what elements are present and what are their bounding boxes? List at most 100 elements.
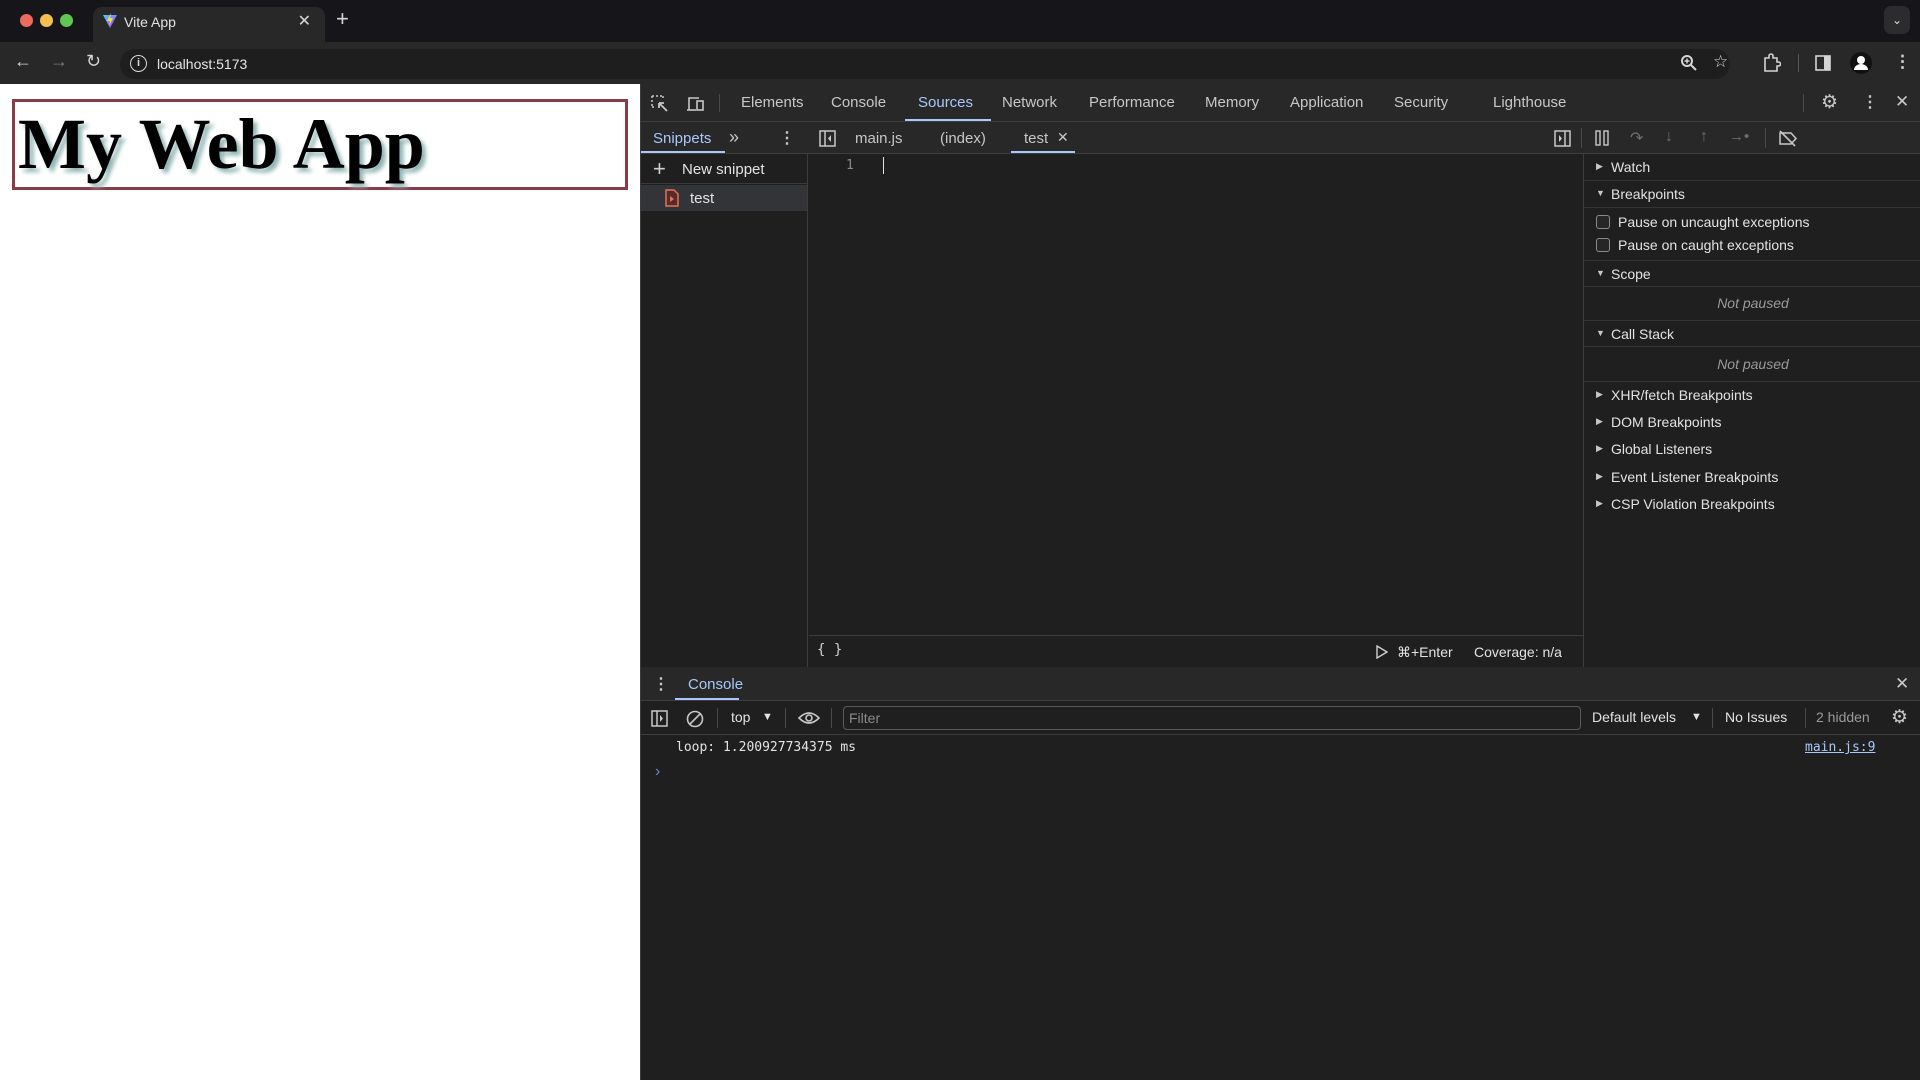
devtools-tabbar: Elements Console Sources Network Perform… (641, 84, 1920, 122)
back-arrow-icon[interactable]: ← (14, 51, 32, 72)
section-csp-breakpoints[interactable]: ▶ CSP Violation Breakpoints (1584, 491, 1920, 518)
divider (719, 94, 720, 112)
line-number: 1 (846, 158, 854, 173)
section-label: Call Stack (1611, 326, 1675, 342)
drawer-menu-icon[interactable]: ⋮ (653, 674, 669, 694)
more-tabs-chevron-icon[interactable]: » (729, 127, 739, 148)
log-levels-dropdown[interactable]: Default levels (1592, 709, 1676, 725)
pause-uncaught-checkbox[interactable]: Pause on uncaught exceptions (1596, 214, 1809, 230)
pretty-print-icon[interactable]: { } (817, 642, 842, 658)
file-tab-main-js[interactable]: main.js (855, 130, 903, 147)
device-toolbar-icon[interactable] (686, 95, 706, 113)
console-prompt[interactable]: › (641, 761, 1920, 785)
zoom-magnifier-icon[interactable] (1680, 54, 1698, 72)
url-text[interactable]: localhost:5173 (157, 56, 247, 72)
close-file-tab-icon[interactable]: ✕ (1057, 129, 1069, 146)
checkbox[interactable] (1596, 215, 1610, 229)
reload-icon[interactable]: ↻ (86, 51, 101, 72)
console-sidebar-icon[interactable] (651, 710, 668, 727)
tab-performance[interactable]: Performance (1089, 94, 1175, 111)
bookmark-star-icon[interactable]: ☆ (1713, 52, 1728, 72)
new-tab-button[interactable]: + (336, 6, 349, 32)
tab-lighthouse[interactable]: Lighthouse (1493, 94, 1566, 111)
navigator-menu-icon[interactable]: ⋮ (779, 128, 795, 148)
window-minimize-button[interactable] (40, 14, 53, 27)
step-over-icon[interactable]: ↷ (1630, 128, 1643, 148)
section-watch[interactable]: ▶ Watch (1584, 154, 1920, 181)
section-global-listeners[interactable]: ▶ Global Listeners (1584, 436, 1920, 463)
file-tab-test[interactable]: test (1024, 130, 1048, 147)
expand-triangle-icon: ▶ (1596, 389, 1603, 399)
window-close-button[interactable] (20, 14, 33, 27)
console-settings-gear-icon[interactable]: ⚙ (1891, 706, 1908, 729)
extensions-puzzle-icon[interactable] (1763, 53, 1781, 73)
code-editor[interactable]: 1 (809, 154, 1583, 635)
context-selector[interactable]: top (731, 709, 750, 725)
window-maximize-button[interactable] (60, 14, 73, 27)
tab-elements[interactable]: Elements (741, 94, 804, 111)
checkbox[interactable] (1596, 238, 1610, 252)
divider (1712, 708, 1713, 728)
file-tab-index[interactable]: (index) (940, 130, 986, 147)
run-snippet-icon[interactable] (1376, 645, 1388, 659)
pause-script-icon[interactable] (1594, 130, 1610, 146)
tab-search-chevron-down-icon[interactable]: ⌄ (1884, 6, 1910, 34)
section-call-stack[interactable]: ▼ Call Stack (1584, 320, 1920, 347)
app-header-box: My Web App (12, 99, 628, 190)
issues-status[interactable]: No Issues (1725, 709, 1787, 725)
tab-sources[interactable]: Sources (918, 94, 973, 111)
section-dom-breakpoints[interactable]: ▶ DOM Breakpoints (1584, 409, 1920, 436)
inspect-element-icon[interactable] (651, 95, 669, 113)
forward-arrow-icon[interactable]: → (50, 51, 68, 72)
source-link[interactable]: main.js:9 (1805, 740, 1875, 755)
deactivate-breakpoints-icon[interactable] (1778, 130, 1798, 147)
browser-tab[interactable]: Vite App ✕ (93, 7, 325, 42)
navigator-tab-snippets[interactable]: Snippets (653, 130, 711, 147)
snippet-file-icon (665, 189, 679, 207)
snippet-item[interactable]: test (641, 185, 807, 211)
toggle-navigator-icon[interactable] (819, 130, 836, 147)
tab-security[interactable]: Security (1394, 94, 1448, 111)
site-info-icon[interactable]: i (130, 55, 147, 72)
close-devtools-icon[interactable]: ✕ (1895, 92, 1909, 112)
step-out-icon[interactable]: ↑ (1700, 128, 1708, 146)
section-breakpoints[interactable]: ▼ Breakpoints (1584, 181, 1920, 208)
console-filter-input[interactable] (843, 706, 1581, 730)
address-bar[interactable]: i localhost:5173 (120, 49, 1730, 79)
close-drawer-icon[interactable]: ✕ (1895, 674, 1909, 694)
tab-console[interactable]: Console (831, 94, 886, 111)
section-scope[interactable]: ▼ Scope (1584, 260, 1920, 287)
section-xhr-breakpoints[interactable]: ▶ XHR/fetch Breakpoints (1584, 381, 1920, 408)
pause-caught-checkbox[interactable]: Pause on caught exceptions (1596, 237, 1794, 253)
divider (1581, 128, 1582, 148)
active-tab-indicator (905, 119, 991, 121)
tab-network[interactable]: Network (1002, 94, 1057, 111)
drawer-tab-console[interactable]: Console (688, 676, 743, 693)
live-expression-eye-icon[interactable] (798, 711, 820, 725)
browser-menu-icon[interactable]: ⋮ (1894, 52, 1911, 72)
section-event-listener-breakpoints[interactable]: ▶ Event Listener Breakpoints (1584, 464, 1920, 491)
step-into-icon[interactable]: ↓ (1665, 128, 1673, 146)
new-snippet-button[interactable]: + New snippet (641, 154, 807, 184)
tab-memory[interactable]: Memory (1205, 94, 1259, 111)
clear-console-icon[interactable] (686, 710, 704, 728)
section-label: Breakpoints (1611, 186, 1685, 202)
section-label: Event Listener Breakpoints (1611, 469, 1779, 485)
settings-gear-icon[interactable]: ⚙ (1821, 91, 1838, 114)
sources-panel: Snippets » ⋮ main.js (index) test ✕ ↷ ↓ … (641, 122, 1920, 667)
tab-close-icon[interactable]: ✕ (298, 11, 311, 31)
toggle-debugger-sidebar-icon[interactable] (1554, 130, 1571, 147)
tab-application[interactable]: Application (1290, 94, 1363, 111)
text-cursor (883, 157, 884, 174)
side-panel-icon[interactable] (1815, 55, 1831, 71)
step-icon[interactable]: →• (1729, 128, 1749, 145)
section-label: Watch (1611, 159, 1651, 175)
editor-footer: { } ⌘+Enter Coverage: n/a (809, 635, 1583, 667)
section-label: Global Listeners (1611, 441, 1713, 457)
levels-dropdown-icon[interactable]: ▼ (1691, 711, 1702, 723)
prompt-chevron-icon: › (655, 763, 661, 780)
active-tab-indicator (675, 698, 739, 700)
profile-avatar-icon[interactable] (1850, 52, 1872, 74)
devtools-menu-icon[interactable]: ⋮ (1862, 92, 1878, 112)
context-dropdown-icon[interactable]: ▼ (762, 711, 773, 723)
